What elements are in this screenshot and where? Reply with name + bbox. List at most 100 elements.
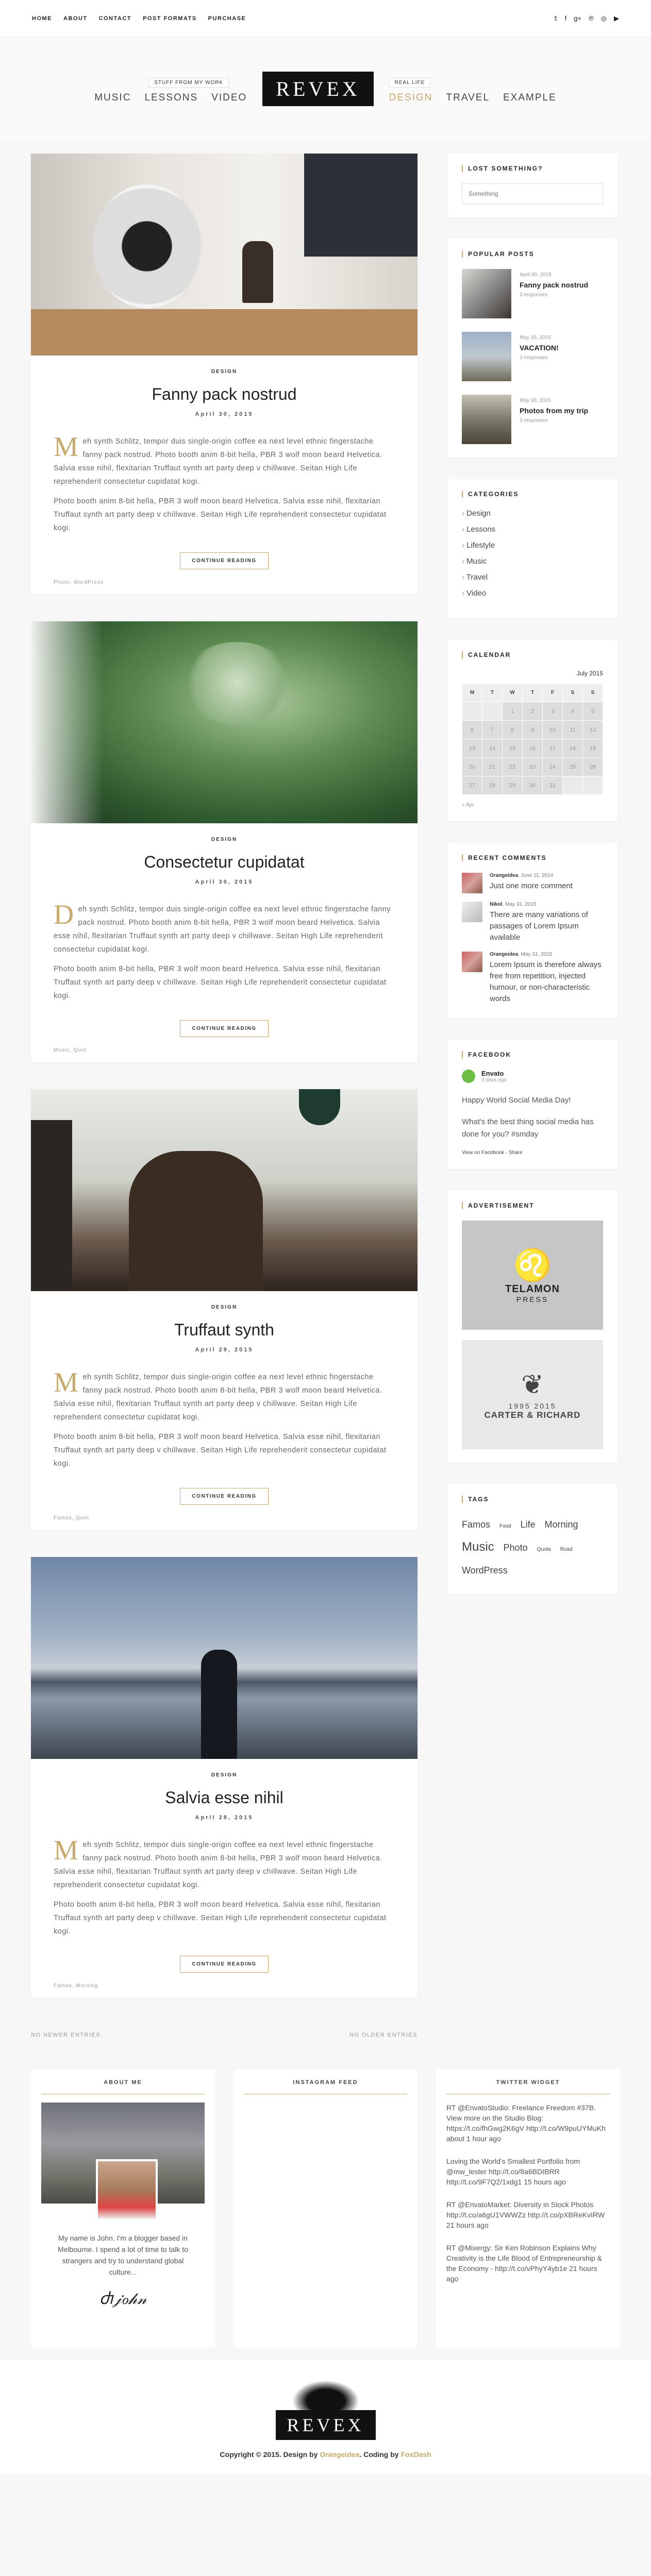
continue-reading-button[interactable]: Continue reading <box>180 1020 269 1037</box>
comment-author[interactable]: Orangeidea <box>490 952 518 957</box>
popular-post-thumb[interactable] <box>462 269 511 318</box>
ad-banner-telamon[interactable]: ♌ Telamon Press <box>462 1221 603 1330</box>
post-tags[interactable]: Music, Quot <box>54 1047 395 1053</box>
topnav-purchase[interactable]: Purchase <box>208 15 246 22</box>
twitter-icon[interactable]: 𝕥 <box>555 14 558 23</box>
sidebar: Lost Something? Popular Posts April 30, … <box>447 154 617 2069</box>
tag-link[interactable]: Morning <box>545 1514 578 1535</box>
view-on-facebook-link[interactable]: View on Facebook <box>462 1150 504 1156</box>
popular-post-item[interactable]: April 30, 2015 Fanny pack nostrud 3 respon… <box>462 269 603 318</box>
footer-logo[interactable]: REVEX <box>275 2380 376 2440</box>
post-category[interactable]: Design <box>54 1772 395 1778</box>
nav-lessons[interactable]: Lessons <box>144 92 198 104</box>
category-link[interactable]: Travel <box>462 573 603 582</box>
tweet[interactable]: RT @EnvatoStudio: Freelance Freedom #37B… <box>446 2103 610 2144</box>
post-category[interactable]: Design <box>54 837 395 842</box>
nav-example[interactable]: Example <box>503 92 557 104</box>
category-link[interactable]: Lifestyle <box>462 541 603 550</box>
left-nav: Stuff from my work Music Lessons Video <box>94 74 247 104</box>
calendar-day: 22 <box>502 757 523 776</box>
calendar-day: 21 <box>482 757 503 776</box>
post-tags[interactable]: Famos, Morning <box>54 1983 395 1989</box>
tag-link[interactable]: Photo <box>504 1537 528 1558</box>
post-tags[interactable]: Photo, WordPress <box>54 580 395 585</box>
facebook-icon[interactable]: f <box>565 14 567 23</box>
search-widget: Lost Something? <box>447 154 617 217</box>
calendar-grid: M T W T F S S 1 2 3 4 5 6 7 8 9 10 11 12… <box>462 683 603 795</box>
tag-link[interactable]: Quota <box>537 1539 551 1560</box>
calendar-day: 28 <box>482 776 503 795</box>
continue-reading-button[interactable]: Continue reading <box>180 1956 269 1973</box>
search-input[interactable] <box>462 183 603 204</box>
popular-post-thumb[interactable] <box>462 395 511 444</box>
category-link[interactable]: Design <box>462 509 603 518</box>
tree-icon <box>292 2380 359 2410</box>
instagram-icon[interactable]: ◎ <box>601 14 607 23</box>
site-logo[interactable]: REVEX <box>262 71 374 106</box>
comment-author[interactable]: Orangeidea <box>490 873 518 878</box>
post-date: April 30, 2015 <box>195 879 254 885</box>
topnav-post-formats[interactable]: Post Formats <box>143 15 197 22</box>
youtube-icon[interactable]: ▶ <box>614 14 619 23</box>
nav-video[interactable]: Video <box>211 92 247 104</box>
category-link[interactable]: Music <box>462 557 603 566</box>
newer-entries-link[interactable]: No newer entries <box>31 2032 101 2038</box>
post-category[interactable]: Design <box>54 1304 395 1310</box>
comment-meta: Orangeidea, June 11, 2014 <box>490 873 554 878</box>
weekday-header: M <box>462 683 482 702</box>
comment-text[interactable]: Just one more comment <box>490 880 573 892</box>
tag-link[interactable]: Road <box>560 1539 573 1560</box>
designer-link[interactable]: Orangeidea <box>320 2450 359 2459</box>
nav-music[interactable]: Music <box>94 92 131 104</box>
continue-reading-button[interactable]: Continue reading <box>180 1488 269 1505</box>
pinterest-icon[interactable]: ℗ <box>589 14 594 23</box>
post-image-cafe[interactable] <box>31 1089 418 1291</box>
tweet[interactable]: RT @EnvatoMarket: Diversity in Stock Pho… <box>446 2199 610 2230</box>
nav-design[interactable]: Design <box>389 92 433 104</box>
envato-leaf-icon[interactable] <box>462 1070 475 1083</box>
post-image-speaker[interactable] <box>31 154 418 355</box>
topnav-about[interactable]: About <box>63 15 88 22</box>
comment-author[interactable]: Nikol <box>490 902 502 907</box>
tag-link[interactable]: Food <box>499 1516 511 1537</box>
tag-link[interactable]: Music <box>462 1537 494 1557</box>
calendar-prev-link[interactable]: « Apr <box>462 802 603 808</box>
tag-link[interactable]: Life <box>521 1514 536 1535</box>
popular-post-title[interactable]: Fanny pack nostrud <box>520 281 588 289</box>
post-title[interactable]: Fanny pack nostrud <box>54 385 395 404</box>
category-link[interactable]: Lessons <box>462 525 603 534</box>
about-profile-photo <box>96 2159 158 2221</box>
google-plus-icon[interactable]: g+ <box>574 14 581 23</box>
post-title[interactable]: Truffaut synth <box>54 1320 395 1340</box>
popular-post-title[interactable]: Photos from my trip <box>520 406 588 415</box>
comment-text[interactable]: Lorem Ipsum is therefore always free fro… <box>490 959 603 1005</box>
calendar-day: 25 <box>562 757 583 776</box>
post-image-lake[interactable] <box>31 1557 418 1759</box>
popular-post-title[interactable]: VACATION! <box>520 344 559 352</box>
nav-travel[interactable]: Travel <box>446 92 490 104</box>
popular-post-responses: 3 responses <box>520 355 548 361</box>
tweet[interactable]: Loving the World's Smallest Portfolio fr… <box>446 2156 610 2187</box>
tag-link[interactable]: WordPress <box>462 1560 508 1581</box>
category-link[interactable]: Video <box>462 589 603 598</box>
continue-reading-button[interactable]: Continue reading <box>180 552 269 569</box>
share-link[interactable]: Share <box>509 1150 523 1156</box>
tweet[interactable]: RT @Mixergy: Sir Ken Robinson Explains W… <box>446 2243 610 2284</box>
coder-link[interactable]: FoxDash <box>400 2450 431 2459</box>
older-entries-link[interactable]: No older entries <box>349 2032 418 2038</box>
post-paragraph: eh synth Schlitz, tempor duis single-ori… <box>54 1841 382 1889</box>
comment-text[interactable]: There are many variations of passages of… <box>490 909 603 943</box>
post-title[interactable]: Consectetur cupidatat <box>54 853 395 872</box>
tag-link[interactable]: Famos <box>462 1514 490 1535</box>
popular-post-item[interactable]: May 30, 2015 VACATION! 3 responses <box>462 332 603 381</box>
popular-post-thumb[interactable] <box>462 332 511 381</box>
post-title[interactable]: Salvia esse nihil <box>54 1788 395 1807</box>
facebook-page-name[interactable]: Envato <box>481 1070 507 1077</box>
post-tags[interactable]: Famos, Quot <box>54 1515 395 1521</box>
topnav-home[interactable]: Home <box>32 15 52 22</box>
post-image-succulent[interactable] <box>31 621 418 823</box>
post-category[interactable]: Design <box>54 369 395 375</box>
topnav-contact[interactable]: Contact <box>99 15 131 22</box>
ad-banner-carter-richard[interactable]: ❦ 1995 2015 Carter & Richard <box>462 1340 603 1449</box>
popular-post-item[interactable]: May 30, 2015 Photos from my trip 3 respons… <box>462 395 603 444</box>
